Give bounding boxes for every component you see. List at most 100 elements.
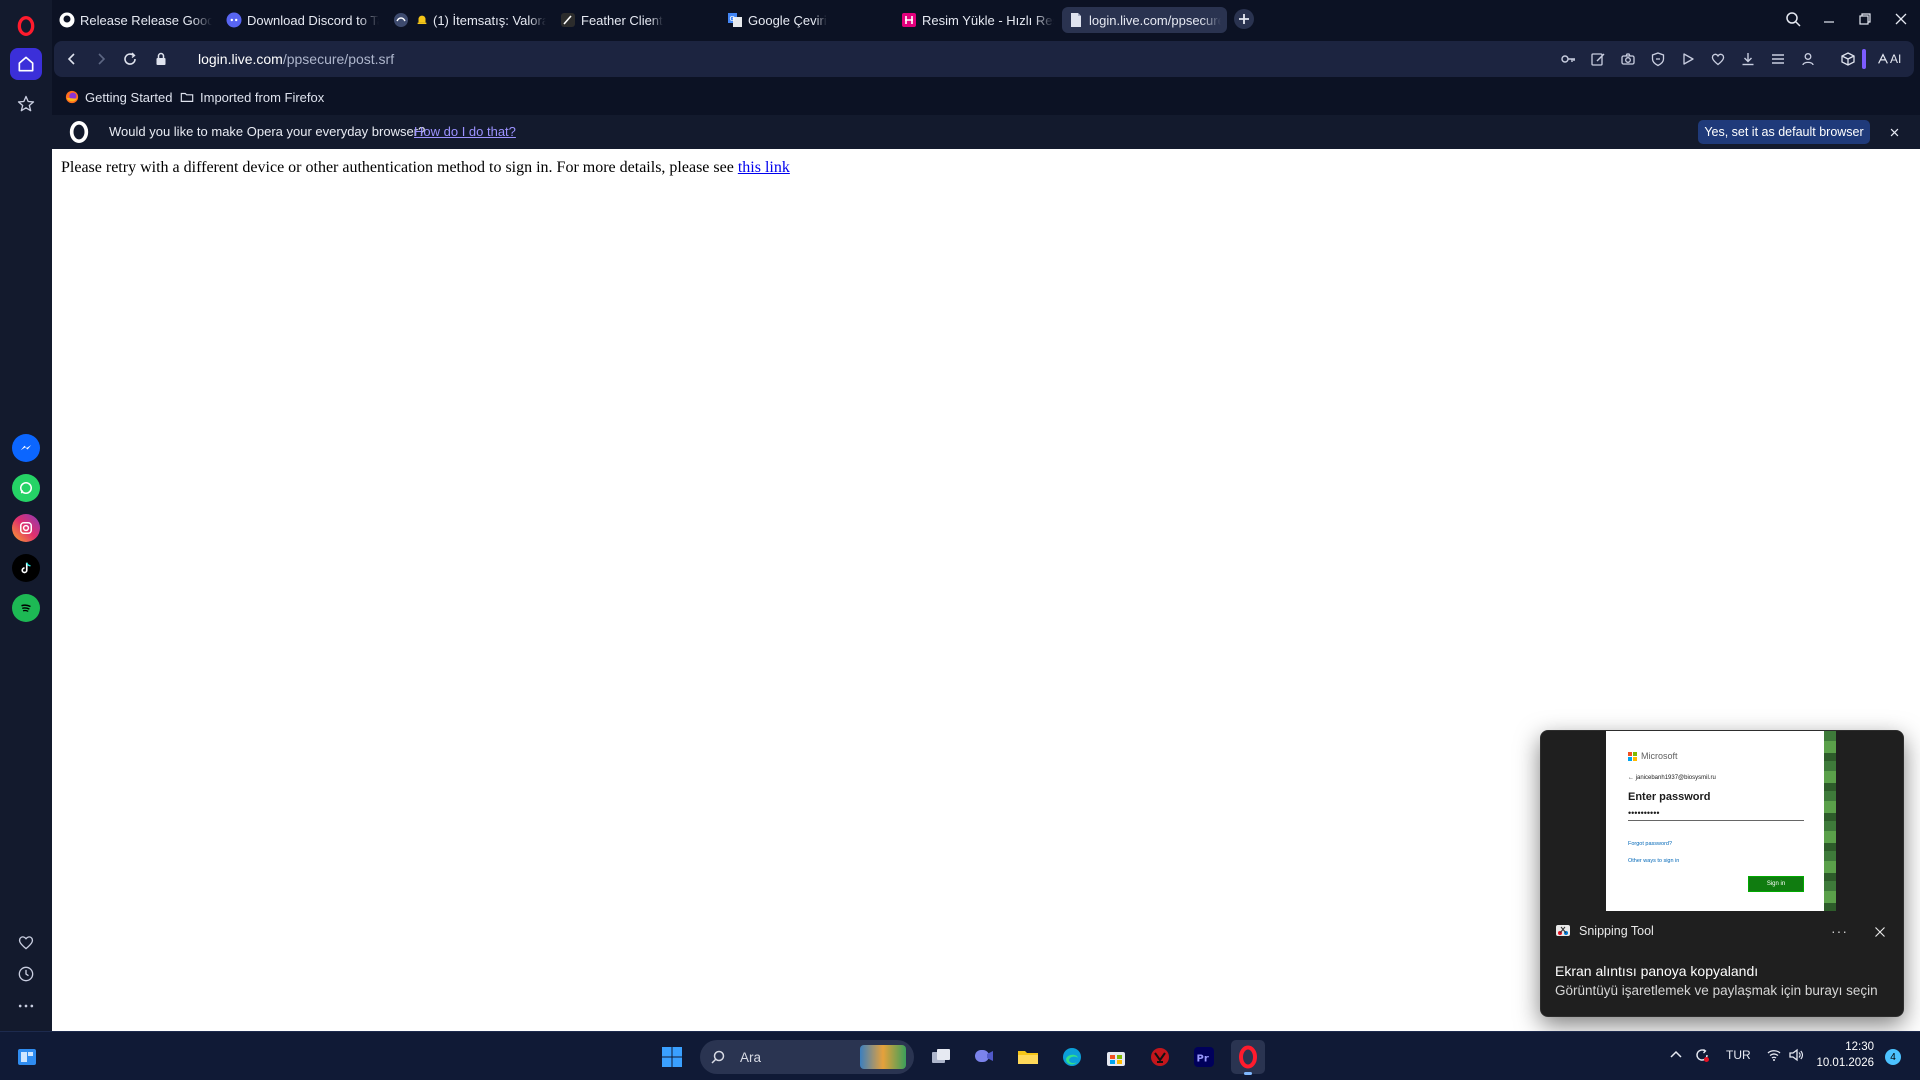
downloads-icon[interactable] xyxy=(1739,50,1757,68)
search-highlight-image xyxy=(860,1045,906,1069)
more-options-icon[interactable]: ··· xyxy=(1831,923,1848,939)
microsoft-logo-icon xyxy=(1628,751,1637,761)
password-key-icon[interactable] xyxy=(1559,50,1577,68)
search-placeholder: Ara xyxy=(740,1049,762,1065)
edit-note-icon[interactable] xyxy=(1589,50,1607,68)
tab-google-translate[interactable]: G Google Çeviri xyxy=(721,7,886,33)
home-icon[interactable] xyxy=(10,48,42,80)
forward-icon[interactable] xyxy=(90,48,112,70)
messenger-icon[interactable] xyxy=(12,434,40,462)
widgets-icon[interactable] xyxy=(10,1040,44,1074)
game-app-icon[interactable] xyxy=(1143,1040,1177,1074)
clock[interactable]: 12:30 10.01.2026 xyxy=(1800,1039,1874,1071)
whatsapp-icon[interactable] xyxy=(12,474,40,502)
speed-dial-star-icon[interactable] xyxy=(10,88,42,120)
reload-icon[interactable] xyxy=(119,48,141,70)
error-message: Please retry with a different device or … xyxy=(61,159,790,177)
infobar-help-link[interactable]: How do I do that? xyxy=(414,124,516,139)
wifi-icon[interactable] xyxy=(1766,1047,1782,1066)
tab-title: Feather Client xyxy=(581,12,663,28)
microsoft-brand: Microsoft xyxy=(1641,751,1678,761)
new-tab-plus-icon[interactable] xyxy=(1234,9,1254,29)
opera-taskbar-icon[interactable] xyxy=(1231,1040,1265,1075)
tab-title: login.live.com/ppsecure/p xyxy=(1089,12,1221,28)
screenshot-preview[interactable]: Microsoft ← janicebanh1937@biosysmil.ru … xyxy=(1606,731,1836,911)
instagram-icon[interactable] xyxy=(12,514,40,542)
close-icon[interactable] xyxy=(1873,925,1887,939)
close-window-icon[interactable] xyxy=(1886,6,1916,32)
spotify-icon[interactable] xyxy=(12,594,40,622)
adblock-shield-icon[interactable] xyxy=(1649,50,1667,68)
snapshot-camera-icon[interactable] xyxy=(1619,50,1637,68)
tab-feather[interactable]: Feather Client xyxy=(554,7,719,33)
aria-ai-icon xyxy=(1878,53,1888,64)
profile-icon[interactable] xyxy=(1799,50,1817,68)
easy-setup-menu-icon[interactable] xyxy=(1769,50,1787,68)
sync-update-icon[interactable] xyxy=(1694,1047,1710,1066)
notification-count-badge[interactable]: 4 xyxy=(1885,1049,1901,1065)
details-link[interactable]: this link xyxy=(738,159,790,176)
toast-title: Ekran alıntısı panoya kopyalandı xyxy=(1555,963,1759,979)
preview-password-field: •••••••••• xyxy=(1628,809,1804,821)
more-dots-icon[interactable] xyxy=(10,990,42,1022)
pinboards-heart-icon[interactable] xyxy=(10,926,42,958)
bookmark-getting-started[interactable]: Getting Started xyxy=(65,88,172,106)
minimize-icon[interactable] xyxy=(1814,6,1844,32)
tab-title: Google Çeviri xyxy=(748,12,827,28)
back-icon[interactable] xyxy=(61,48,83,70)
tab-search-icon[interactable] xyxy=(1778,6,1808,32)
tab-login-live[interactable]: login.live.com/ppsecure/p xyxy=(1062,7,1227,33)
url-text[interactable]: login.live.com/ppsecure/post.srf xyxy=(198,51,394,67)
preview-heading: Enter password xyxy=(1628,791,1711,803)
svg-text:Pr: Pr xyxy=(1197,1054,1209,1065)
input-language[interactable]: TUR xyxy=(1726,1048,1751,1062)
preview-forgot-link: Forgot password? xyxy=(1628,841,1673,847)
address-bar[interactable]: login.live.com/ppsecure/post.srf AI xyxy=(54,41,1914,77)
player-play-icon[interactable] xyxy=(1679,50,1697,68)
file-explorer-icon[interactable] xyxy=(1011,1040,1045,1074)
microsoft-store-icon[interactable] xyxy=(1099,1040,1133,1074)
teams-chat-icon[interactable] xyxy=(967,1040,1001,1074)
opera-sidebar xyxy=(0,0,52,1031)
microsoft-login-preview: Microsoft ← janicebanh1937@biosysmil.ru … xyxy=(1606,731,1824,911)
google-translate-icon: G xyxy=(727,12,743,28)
snipping-tool-notification[interactable]: Microsoft ← janicebanh1937@biosysmil.ru … xyxy=(1540,730,1904,1017)
error-text: Please retry with a different device or … xyxy=(61,159,738,176)
url-path: /ppsecure/post.srf xyxy=(282,51,395,67)
itemsatis-icon xyxy=(393,12,409,28)
tab-itemsatis[interactable]: (1) İtemsatış: Valorant xyxy=(387,7,552,33)
tab-discord[interactable]: Download Discord to Talk, xyxy=(220,7,385,33)
bookmark-folder-imported[interactable]: Imported from Firefox xyxy=(180,88,324,106)
taskbar-search-box[interactable]: Ara xyxy=(700,1040,914,1074)
premiere-pro-icon[interactable]: Pr xyxy=(1187,1040,1221,1074)
windows-start-icon[interactable] xyxy=(655,1040,689,1074)
history-clock-icon[interactable] xyxy=(10,958,42,990)
tab-title: Release Release Goodbye! xyxy=(80,12,212,28)
task-view-icon[interactable] xyxy=(924,1040,958,1074)
tab-strip: Release Release Goodbye! Download Discor… xyxy=(52,0,1920,38)
tab-github[interactable]: Release Release Goodbye! xyxy=(53,7,218,33)
aria-ai-button[interactable]: AI xyxy=(1876,50,1901,68)
clock-time: 12:30 xyxy=(1845,1041,1874,1053)
page-icon xyxy=(1068,12,1084,28)
clock-date: 10.01.2026 xyxy=(1816,1057,1874,1069)
toast-app-name: Snipping Tool xyxy=(1579,924,1654,938)
bookmark-label: Getting Started xyxy=(85,89,173,105)
tray-overflow-chevron-icon[interactable] xyxy=(1668,1047,1684,1066)
aria-ai-label: AI xyxy=(1890,52,1902,66)
edge-browser-icon[interactable] xyxy=(1055,1040,1089,1074)
tab-resim-yukle[interactable]: Resim Yükle - Hızlı Resim xyxy=(895,7,1060,33)
accent-divider xyxy=(1862,49,1866,69)
tiktok-icon[interactable] xyxy=(12,554,40,582)
tab-title: (1) İtemsatış: Valorant xyxy=(433,12,546,28)
opera-menu-logo-icon[interactable] xyxy=(10,10,42,42)
preview-email: ← janicebanh1937@biosysmil.ru xyxy=(1628,775,1716,781)
set-default-browser-button[interactable]: Yes, set it as default browser xyxy=(1698,120,1870,144)
bookmark-heart-icon[interactable] xyxy=(1709,50,1727,68)
lock-icon[interactable] xyxy=(150,48,172,70)
restore-icon[interactable] xyxy=(1850,6,1880,32)
firefox-icon xyxy=(65,90,79,104)
snipping-tool-icon xyxy=(1556,925,1570,936)
extensions-cube-icon[interactable] xyxy=(1839,50,1857,68)
close-icon[interactable] xyxy=(1886,124,1902,140)
